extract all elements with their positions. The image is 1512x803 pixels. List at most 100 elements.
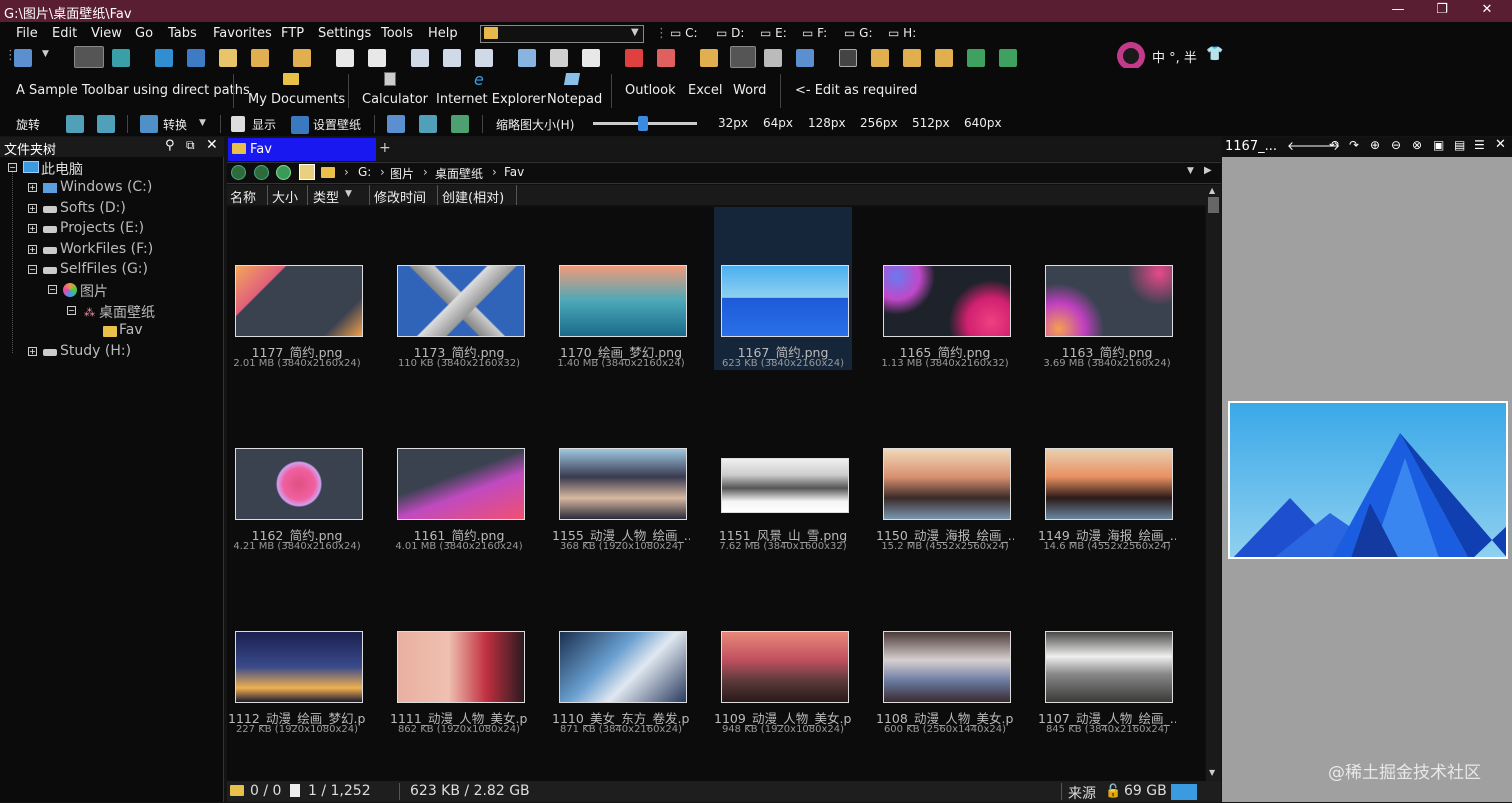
notepad-button[interactable]: Notepad [547, 92, 602, 107]
tree-node-pictures[interactable]: 图片 [80, 281, 108, 301]
forward-icon[interactable] [254, 165, 269, 180]
thumbnail-item[interactable]: 1170_绘画_梦幻.png 1.40 MB (3840x2160x24) [552, 207, 690, 370]
thumbnail-item[interactable]: 1107_动漫_人物_绘画_... 845 KB (3840x2160x24) [1038, 573, 1176, 736]
settings-folder-icon[interactable] [935, 49, 953, 67]
shirt-icon[interactable]: 👕 [1206, 46, 1223, 62]
zoom-in-icon[interactable]: ⊕ [1370, 138, 1380, 152]
set-wallpaper-button[interactable]: 设置壁纸 [313, 116, 361, 133]
thumbnail-item[interactable]: 1109_动漫_人物_美女.p... 948 KB (1920x1080x24) [714, 573, 852, 736]
outlook-button[interactable]: Outlook [625, 83, 676, 98]
new-folder-icon[interactable] [293, 49, 311, 67]
excel-button[interactable]: Excel [688, 83, 722, 98]
copy-icon[interactable] [336, 49, 354, 67]
menu-ftp[interactable]: FTP [281, 26, 304, 41]
collapse-icon[interactable]: − [67, 306, 76, 315]
thumbnail-image[interactable] [883, 448, 1011, 520]
thumbnail-image[interactable] [397, 448, 525, 520]
address-bar[interactable]: › G: › 图片 › 桌面壁纸 › Fav ▼ ▶ [227, 162, 1221, 184]
size-256-button[interactable]: 256px [860, 116, 898, 130]
drive-folder-icon[interactable] [251, 49, 269, 67]
delete-icon[interactable] [625, 49, 643, 67]
back-icon[interactable] [231, 165, 246, 180]
size-128-button[interactable]: 128px [808, 116, 846, 130]
chevron-down-icon[interactable]: ▼ [1187, 166, 1194, 176]
rotate-button[interactable]: 旋转 [16, 116, 40, 133]
desktop-icon[interactable] [155, 49, 173, 67]
size-640-button[interactable]: 640px [964, 116, 1002, 130]
thumbnail-item[interactable]: 1150_动漫_海报_绘画_... 15.2 MB (4552x2560x24) [876, 390, 1014, 553]
breadcrumb-g[interactable]: G: [358, 165, 371, 179]
thumbnail-item[interactable]: 1163_简约.png 3.69 MB (3840x2160x24) [1038, 207, 1176, 370]
sort-icon[interactable] [387, 115, 405, 133]
ime-logo-icon[interactable] [1117, 42, 1145, 70]
expand-icon[interactable]: + [28, 224, 37, 233]
move-icon[interactable] [475, 49, 493, 67]
my-documents-button[interactable]: My Documents [248, 92, 345, 107]
thumbnail-image[interactable] [559, 265, 687, 337]
tree-node-wallpapers[interactable]: 桌面壁纸 [99, 302, 155, 322]
menu-settings[interactable]: Settings [318, 26, 371, 41]
preview-image[interactable] [1228, 401, 1508, 559]
preview-pane-button[interactable] [730, 46, 756, 68]
menu-edit[interactable]: Edit [52, 26, 77, 41]
close-icon[interactable]: ✕ [206, 137, 218, 153]
thumbnail-image[interactable] [235, 265, 363, 337]
collapse-icon[interactable]: − [28, 265, 37, 274]
thumbnail-item[interactable]: 1161_简约.png 4.01 MB (3840x2160x24) [390, 390, 528, 553]
chevron-down-icon[interactable]: ▼ [199, 118, 206, 128]
tree-node-study-h[interactable]: Study (H:) [60, 343, 131, 359]
col-type[interactable]: 类型 [313, 187, 339, 206]
calculator-button[interactable]: Calculator [362, 92, 428, 107]
thumbnail-image[interactable] [883, 631, 1011, 703]
minimize-button[interactable]: — [1388, 2, 1408, 20]
layout-icon[interactable] [14, 49, 32, 67]
expand-icon[interactable]: + [28, 347, 37, 356]
size-64-button[interactable]: 64px [763, 116, 793, 130]
copy-to-icon[interactable] [411, 49, 429, 67]
maximize-button[interactable]: ❐ [1432, 2, 1452, 20]
favorite-folder-icon[interactable] [903, 49, 921, 67]
scroll-up-icon[interactable]: ▲ [1209, 186, 1215, 195]
thumbnail-image[interactable] [883, 265, 1011, 337]
rotate-right-icon[interactable] [97, 115, 115, 133]
edit-as-required-button[interactable]: <- Edit as required [795, 83, 917, 98]
rotate-left-icon[interactable] [66, 115, 84, 133]
thumbnail-image[interactable] [1045, 265, 1173, 337]
expand-icon[interactable]: + [28, 204, 37, 213]
ime-status[interactable]: 中 °, 半 [1152, 47, 1197, 66]
size-32-button[interactable]: 32px [718, 116, 748, 130]
drive-f-button[interactable]: ▭ F: [802, 26, 827, 40]
chevron-down-icon[interactable]: ▼ [42, 49, 49, 59]
expand-icon[interactable]: + [28, 245, 37, 254]
thumbnail-icon[interactable] [419, 115, 437, 133]
path-combo[interactable]: ▼ [480, 25, 644, 43]
word-button[interactable]: Word [733, 83, 766, 98]
fullscreen-icon[interactable]: ▤ [1454, 138, 1465, 152]
col-name[interactable]: 名称 [230, 187, 256, 206]
thumbnail-item[interactable]: 1111_动漫_人物_美女.p... 862 KB (1920x1080x24) [390, 573, 528, 736]
thumbnail-item[interactable]: 1112_动漫_绘画_梦幻.p... 227 KB (1920x1080x24) [228, 573, 366, 736]
zoom-reset-icon[interactable]: ⊗ [1412, 138, 1422, 152]
expand-icon[interactable]: + [28, 183, 37, 192]
menu-tools[interactable]: Tools [381, 26, 413, 41]
fit-icon[interactable]: ▣ [1433, 138, 1444, 152]
zoom-out-icon[interactable]: ⊖ [1391, 138, 1401, 152]
thumbnail-image[interactable] [397, 265, 525, 337]
panel-icon[interactable] [187, 49, 205, 67]
thumbnail-image[interactable] [721, 631, 849, 703]
drive-d-button[interactable]: ▭ D: [716, 26, 744, 40]
show-button[interactable]: 显示 [252, 116, 276, 133]
menu-icon[interactable]: ☰ [1474, 138, 1485, 152]
thumbnail-item[interactable]: 1167_简约.png 623 KB (3840x2160x24) [714, 207, 852, 370]
col-modified[interactable]: 修改时间 [374, 187, 426, 206]
file-icon[interactable] [871, 49, 889, 67]
print-icon[interactable] [550, 49, 568, 67]
breadcrumb-fav[interactable]: Fav [504, 165, 524, 179]
zoom-icon[interactable] [764, 49, 782, 67]
thumbnail-image[interactable] [1045, 448, 1173, 520]
tab-fav[interactable]: Fav [228, 138, 376, 161]
convert-button[interactable]: 转换 [163, 116, 187, 133]
internet-explorer-button[interactable]: Internet Explorer [436, 92, 546, 107]
rotate-left-icon[interactable]: ↶ [1329, 138, 1339, 152]
tree-node-workfiles-f[interactable]: WorkFiles (F:) [60, 241, 153, 257]
